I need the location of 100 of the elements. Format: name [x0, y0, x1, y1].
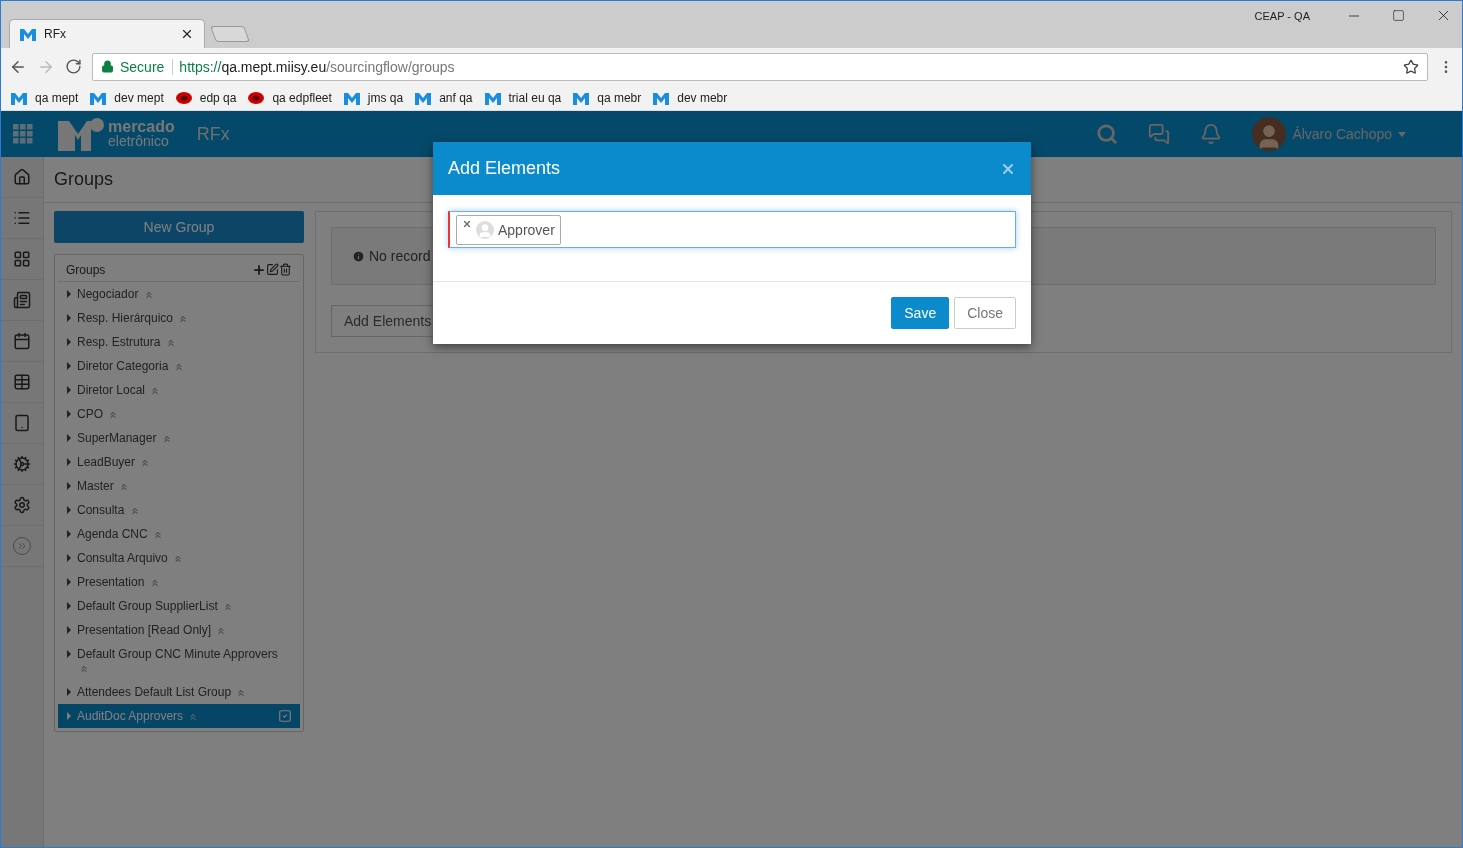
group-item[interactable]: Consulta Arquivo: [58, 546, 300, 570]
chevrons-up-icon: [216, 625, 227, 636]
expand-arrow-icon[interactable]: [67, 410, 71, 418]
browser-tab[interactable]: RFx: [9, 19, 205, 48]
nav-icon[interactable]: [13, 496, 31, 514]
group-item[interactable]: Diretor Local: [58, 378, 300, 402]
expand-arrow-icon[interactable]: [67, 626, 71, 634]
expand-arrow-icon[interactable]: [67, 688, 71, 696]
avatar: [1252, 117, 1287, 151]
bookmark-link[interactable]: qa edpfleet: [272, 90, 332, 105]
url-text: https://qa.mept.miisy.eu/sourcingflow/groups: [179, 58, 455, 75]
bookmark-link[interactable]: qa mebr: [597, 90, 642, 105]
group-item[interactable]: Diretor Categoria: [58, 354, 300, 378]
expand-arrow-icon[interactable]: [67, 338, 71, 346]
chevrons-up-icon: [178, 313, 189, 324]
lock-icon: [101, 60, 114, 73]
m-logo-icon: [90, 90, 107, 105]
nav-icon[interactable]: [13, 373, 31, 391]
group-item[interactable]: Default Group SupplierList: [58, 594, 300, 618]
edit-icon[interactable]: [266, 263, 279, 276]
chevrons-up-icon: [79, 663, 89, 674]
group-item[interactable]: Presentation [Read Only]: [58, 618, 300, 642]
group-item[interactable]: LeadBuyer: [58, 450, 300, 474]
m-logo-icon: [20, 27, 36, 41]
nav-icon[interactable]: [13, 455, 31, 473]
group-item[interactable]: Default Group CNC Minute Approvers: [58, 642, 300, 680]
expand-arrow-icon[interactable]: [67, 434, 71, 442]
remove-tag-icon[interactable]: [462, 218, 472, 229]
bookmark-link[interactable]: qa mept: [35, 90, 79, 105]
nav-icon[interactable]: [13, 209, 31, 227]
chevrons-up-icon: [149, 577, 160, 588]
group-item[interactable]: Attendees Default List Group: [58, 680, 300, 704]
group-item[interactable]: Presentation: [58, 570, 300, 594]
expand-arrow-icon[interactable]: [67, 506, 71, 514]
m-logo-icon: [653, 90, 670, 105]
checkbox-icon[interactable]: [278, 709, 292, 723]
delete-icon[interactable]: [279, 263, 292, 276]
bookmark-link[interactable]: anf qa: [439, 90, 473, 105]
expand-arrow-icon[interactable]: [67, 482, 71, 490]
chevrons-up-icon: [119, 481, 130, 492]
group-item[interactable]: AuditDoc Approvers: [58, 704, 300, 728]
chevrons-up-icon: [153, 529, 164, 540]
new-group-button[interactable]: New Group: [54, 211, 304, 243]
expand-arrow-icon[interactable]: [67, 554, 71, 562]
expand-arrow-icon[interactable]: [67, 650, 71, 658]
brand-subtitle: eletrônico: [108, 134, 170, 148]
reload-icon[interactable]: [65, 58, 82, 75]
chevrons-up-icon: [143, 289, 154, 300]
chevrons-up-icon: [236, 687, 247, 698]
bookmark-link[interactable]: trial eu qa: [508, 90, 562, 105]
group-item[interactable]: Negociador: [58, 282, 300, 306]
expand-arrow-icon[interactable]: [67, 458, 71, 466]
expand-arrow-icon[interactable]: [67, 530, 71, 538]
group-item[interactable]: Master: [58, 474, 300, 498]
no-records-text: No record: [352, 248, 431, 264]
app-name: RFx: [196, 123, 230, 145]
bookmark-link[interactable]: dev mept: [114, 90, 164, 105]
expand-arrow-icon[interactable]: [67, 362, 71, 370]
expand-arrow-icon[interactable]: [67, 290, 71, 298]
avatar: [476, 220, 494, 239]
save-button[interactable]: Save: [891, 297, 950, 329]
group-item[interactable]: Resp. Hierárquico: [58, 306, 300, 330]
bookmark-link[interactable]: jms qa: [367, 90, 404, 105]
nav-icon[interactable]: [13, 332, 31, 350]
logo-icon: [58, 117, 104, 151]
secure-label: Secure: [120, 58, 174, 75]
nav-icon[interactable]: [13, 250, 31, 268]
group-item[interactable]: Consulta: [58, 498, 300, 522]
expand-arrow-icon[interactable]: [67, 712, 71, 720]
expand-arrow-icon[interactable]: [67, 386, 71, 394]
group-item[interactable]: Resp. Estrutura: [58, 330, 300, 354]
address-bar[interactable]: Secure https://qa.mept.miisy.eu/sourcingflow/groups: [92, 52, 1428, 81]
group-item[interactable]: SuperManager: [58, 426, 300, 450]
chevrons-up-icon: [150, 385, 161, 396]
m-logo-icon: [343, 90, 360, 105]
element-tag: Approver: [456, 214, 561, 245]
expand-arrow-icon[interactable]: [67, 314, 71, 322]
chevrons-up-icon: [173, 361, 184, 372]
chevrons-up-icon: [188, 711, 199, 722]
bookmark-link[interactable]: edp qa: [199, 90, 237, 105]
panel-title: Groups: [66, 262, 107, 277]
expand-arrow-icon[interactable]: [67, 602, 71, 610]
maximize-icon[interactable]: [1392, 9, 1405, 22]
expand-arrow-icon[interactable]: [67, 578, 71, 586]
nav-icon[interactable]: [13, 168, 31, 186]
add-icon[interactable]: [252, 262, 266, 277]
group-item[interactable]: Agenda CNC: [58, 522, 300, 546]
nav-icon[interactable]: [13, 414, 31, 432]
m-logo-icon: [11, 90, 27, 105]
brand-name: mercado: [108, 120, 175, 134]
close-button[interactable]: Close: [954, 297, 1016, 329]
profile-label: CEAP - QA: [1254, 9, 1310, 22]
oval-logo-icon: [175, 91, 192, 104]
bookmark-link[interactable]: dev mebr: [677, 90, 728, 105]
close-tab-icon[interactable]: [180, 27, 194, 41]
nav-icon[interactable]: [13, 291, 31, 309]
m-logo-icon: [415, 90, 432, 105]
group-item[interactable]: CPO: [58, 402, 300, 426]
bookmark-star-icon[interactable]: [1403, 58, 1419, 75]
elements-input-field[interactable]: Approver: [448, 211, 1016, 248]
